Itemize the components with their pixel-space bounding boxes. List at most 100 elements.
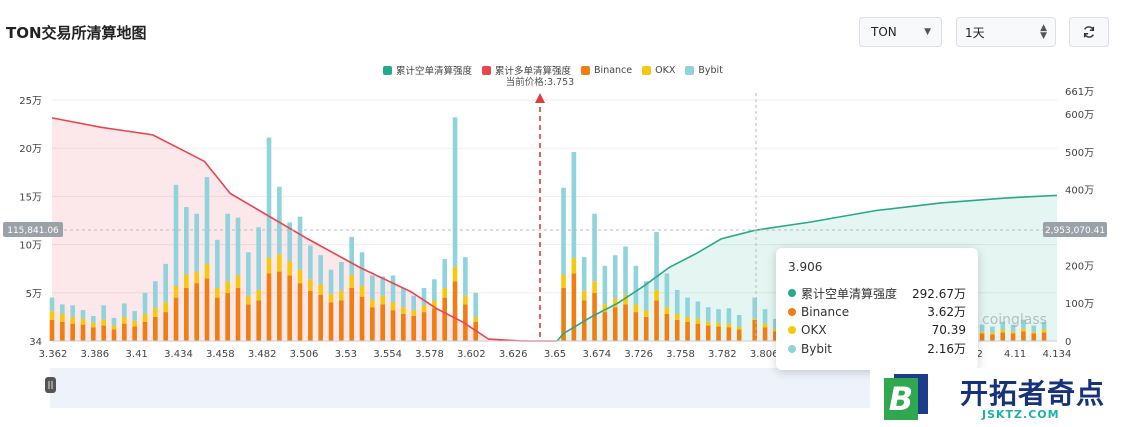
bar-binance — [91, 327, 96, 341]
bar-binance — [194, 283, 199, 341]
bar-bybit — [225, 213, 230, 282]
bar-binance — [1021, 331, 1026, 341]
logo-letter: B — [889, 380, 913, 418]
x-tick: 3.41 — [126, 349, 148, 360]
bar-binance — [990, 334, 995, 341]
bar-binance — [726, 327, 732, 341]
bar-bybit — [592, 213, 597, 282]
bar-okx — [463, 295, 468, 305]
bar-binance — [359, 296, 365, 341]
bar-binance — [695, 323, 701, 341]
bar-okx — [184, 274, 189, 288]
bar-bybit — [370, 275, 375, 300]
bar-okx — [111, 325, 117, 330]
bar-binance — [390, 310, 396, 341]
bar-binance — [80, 324, 86, 341]
tooltip-row: Bybit 2.16万 — [788, 340, 966, 359]
x-tick: 4.134 — [1043, 349, 1072, 360]
bar-binance — [654, 300, 659, 341]
bar-binance — [49, 319, 55, 341]
tooltip-row: 累计空单清算强度 292.67万 — [788, 284, 966, 303]
x-tick: 3.806 — [750, 349, 779, 360]
bar-binance — [664, 314, 670, 341]
site-watermark: B 开拓者奇点 JSKTZ.COM — [870, 368, 1121, 427]
bar-bybit — [246, 252, 251, 296]
bar-okx — [1041, 329, 1047, 333]
bar-binance — [370, 307, 375, 341]
bar-okx — [752, 318, 758, 320]
bar-bybit — [674, 289, 680, 315]
y-right-tick: 600万 — [1065, 110, 1094, 121]
coinglass-watermark: coinglass — [982, 312, 1047, 328]
y-left-tick: 15万 — [19, 192, 42, 203]
bar-bybit — [101, 305, 106, 320]
bar-okx — [163, 302, 168, 313]
bar-okx — [1031, 331, 1037, 334]
bar-binance — [153, 316, 158, 341]
bar-bybit — [132, 311, 137, 321]
bar-okx — [225, 281, 230, 293]
x-tick: 3.458 — [206, 349, 235, 360]
chart-tooltip: 3.906 累计空单清算强度 292.67万 Binance 3.62万 OKX 70.3… — [776, 248, 978, 370]
bar-binance — [287, 275, 292, 341]
tooltip-dot — [788, 289, 796, 298]
bar-binance — [685, 321, 690, 341]
bar-binance — [380, 304, 385, 341]
bar-bybit — [297, 216, 303, 270]
bar-bybit — [561, 187, 566, 275]
tooltip-row-name: 累计空单清算强度 — [801, 286, 898, 301]
y-right-tick: 661万 — [1065, 87, 1094, 98]
bar-bybit — [612, 255, 618, 299]
bar-bybit — [91, 315, 96, 323]
tooltip-row-name: OKX — [801, 323, 827, 338]
bar-binance — [132, 326, 137, 341]
bar-okx — [132, 320, 137, 327]
bar-binance — [736, 329, 742, 341]
bar-binance — [602, 312, 608, 341]
bar-binance — [401, 314, 406, 341]
bar-okx — [80, 318, 86, 325]
bar-binance — [612, 307, 618, 341]
bar-binance — [111, 329, 117, 341]
bar-binance — [1000, 332, 1006, 341]
bar-bybit — [762, 309, 768, 324]
y-left-tick: 5万 — [26, 289, 42, 300]
bar-okx — [380, 295, 385, 305]
bar-okx — [1010, 331, 1016, 334]
bar-bybit — [235, 217, 241, 276]
bar-bybit — [726, 308, 732, 324]
bar-bybit — [452, 117, 458, 267]
bar-okx — [91, 322, 96, 328]
bar-okx — [1021, 328, 1026, 332]
bar-okx — [473, 316, 479, 322]
bar-binance — [762, 327, 768, 341]
bar-okx — [277, 254, 282, 272]
bar-binance — [266, 273, 272, 341]
zoom-slider-handle[interactable] — [45, 377, 56, 393]
bar-bybit — [70, 305, 75, 317]
bar-binance — [101, 325, 106, 341]
x-tick: 3.602 — [457, 349, 486, 360]
x-tick: 3.674 — [583, 349, 612, 360]
bar-okx — [370, 299, 375, 308]
bar-okx — [1000, 329, 1006, 333]
x-tick: 3.362 — [39, 349, 68, 360]
bar-okx — [736, 326, 742, 330]
tooltip-row-value: 292.67万 — [912, 286, 966, 301]
bar-okx — [173, 286, 179, 298]
bar-okx — [318, 284, 323, 295]
y-right-tick: 0 — [1065, 337, 1071, 348]
bar-bybit — [173, 184, 179, 287]
bar-okx — [60, 314, 65, 322]
bar-binance — [277, 271, 282, 341]
bar-binance — [623, 304, 628, 341]
bar-okx — [592, 281, 597, 293]
bar-bybit — [184, 207, 189, 275]
bar-binance — [643, 316, 649, 341]
y-left-tick: 34 — [29, 337, 42, 348]
x-tick: 3.626 — [499, 349, 528, 360]
bar-okx — [654, 289, 659, 301]
bar-okx — [246, 295, 251, 305]
bar-okx — [70, 316, 75, 324]
bar-bybit — [349, 236, 354, 276]
